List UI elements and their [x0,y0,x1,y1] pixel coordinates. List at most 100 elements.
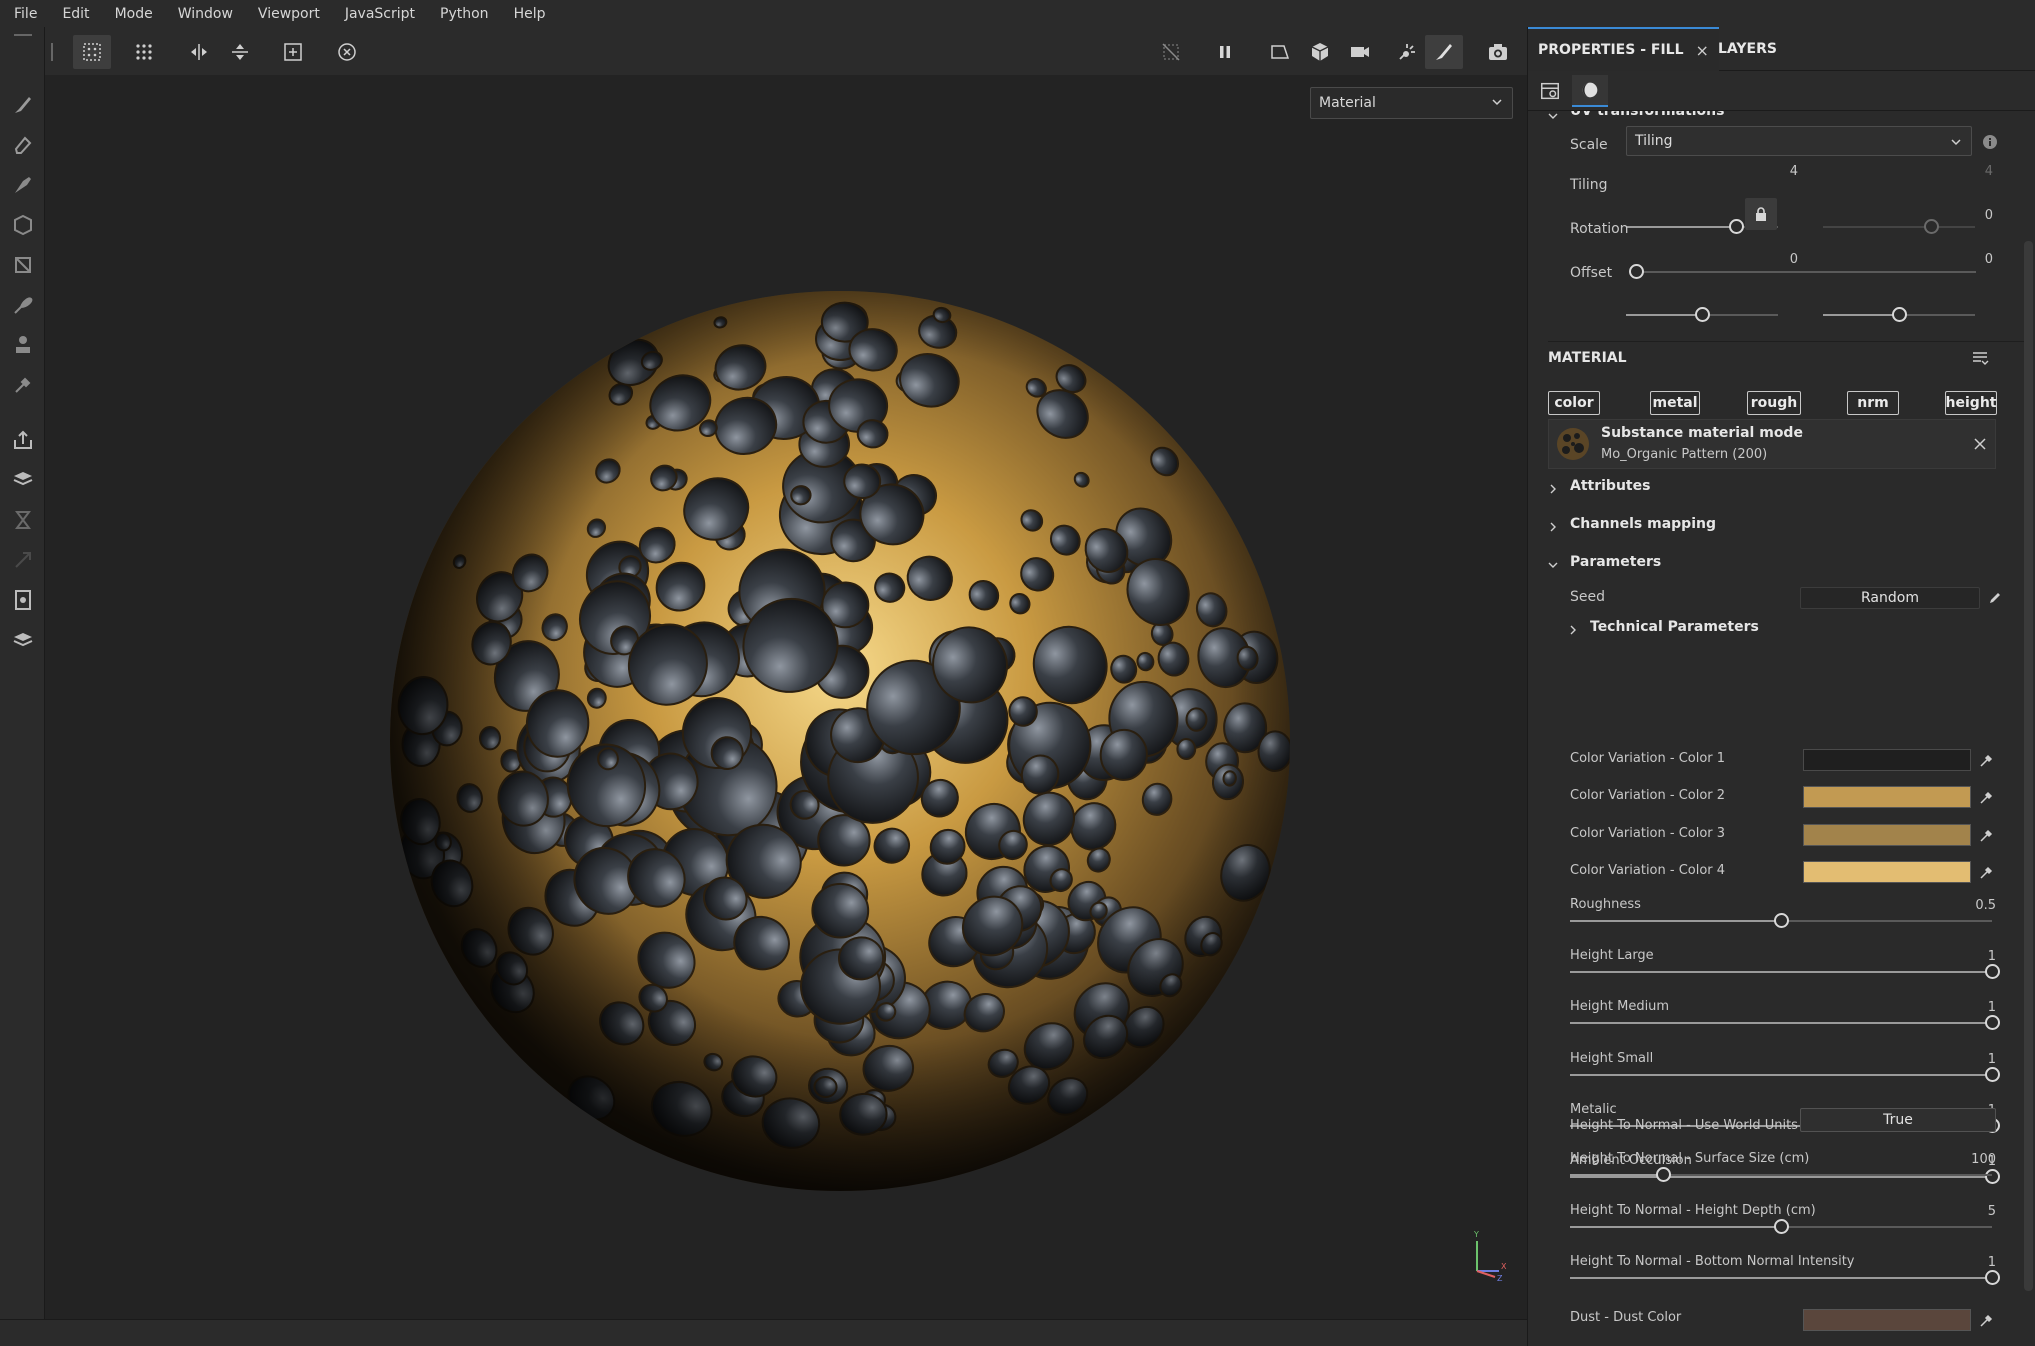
3d-viewport[interactable]: Material Y X Z [45,75,1527,1319]
attributes-section[interactable]: Attributes [1570,478,1650,494]
menu-mode[interactable]: Mode [115,6,153,22]
slider-knob[interactable] [1774,1219,1789,1234]
seed-random-button[interactable]: Random [1800,587,1980,609]
chevron-down-icon[interactable] [1548,560,1558,570]
export-icon[interactable] [8,425,38,455]
parameter-slider[interactable] [1570,964,2000,979]
settings-panel-icon[interactable] [1532,75,1568,107]
paint-brush-icon[interactable] [8,90,38,120]
slider-knob[interactable] [1985,1270,2000,1285]
list-options-icon[interactable] [1971,349,1989,367]
substance-material-card[interactable]: Substance material mode Mo_Organic Patte… [1548,419,1996,469]
eyedropper-icon[interactable] [1979,789,1995,805]
geometry-fill-icon[interactable] [8,210,38,240]
channel-height-button[interactable]: height [1945,391,1997,415]
eraser-icon[interactable] [8,130,38,160]
scale-select[interactable]: Tiling [1626,126,1972,156]
menu-python[interactable]: Python [440,6,489,22]
chevron-right-icon[interactable] [1568,625,1578,635]
parameter-slider[interactable] [1570,1167,1992,1182]
color-variation-swatch[interactable] [1803,861,1971,883]
slider-knob[interactable] [1695,307,1710,322]
reset-icon[interactable] [328,35,366,69]
eyedropper-icon[interactable] [1979,864,1995,880]
chevron-right-icon[interactable] [1548,484,1558,494]
material-sphere-icon[interactable] [1572,75,1608,107]
mesh-icon[interactable] [8,625,38,655]
screenshot-camera-icon[interactable] [1479,35,1517,69]
technical-parameters-section[interactable]: Technical Parameters [1590,619,1759,635]
eyedropper-icon[interactable] [1979,827,1995,843]
view-3d-icon[interactable] [1301,35,1339,69]
slider-knob[interactable] [1985,1015,2000,1030]
brush-mode-icon[interactable] [1425,35,1463,69]
clone-stamp-icon[interactable] [8,330,38,360]
lights-icon[interactable] [1388,35,1426,69]
eyedropper-icon[interactable] [1979,1312,1995,1328]
menu-javascript[interactable]: JavaScript [345,6,415,22]
menu-window[interactable]: Window [178,6,233,22]
tab-properties-fill[interactable]: PROPERTIES - FILL × [1528,27,1719,71]
offset-slider-1[interactable] [1626,307,1778,322]
slider-knob[interactable] [1656,1167,1671,1182]
polygon-fill-icon[interactable] [8,250,38,280]
tab-layers[interactable]: LAYERS [1708,27,1787,71]
grid-select-icon[interactable] [73,35,111,69]
viewport-mode-select[interactable]: Material [1310,87,1513,119]
parameter-slider[interactable] [1570,1015,2000,1030]
eyedropper-icon[interactable] [1979,752,1995,768]
channel-metal-button[interactable]: metal [1650,391,1700,415]
hourglass-icon[interactable] [8,505,38,535]
parameter-slider[interactable] [1570,1067,2000,1082]
properties-scroll-area[interactable]: UV transformations Scale Tiling Tiling 4… [1528,111,2035,1346]
slider-knob[interactable] [1629,264,1644,279]
close-icon[interactable] [1973,437,1987,451]
dust-color-swatch[interactable] [1803,1309,1971,1331]
rotation-slider[interactable] [1629,264,1976,279]
color-variation-swatch[interactable] [1803,786,1971,808]
document-search-icon[interactable] [8,585,38,615]
parameter-slider[interactable] [1570,1219,1992,1234]
view-2d-icon[interactable] [1261,35,1299,69]
parameter-slider[interactable] [1570,1270,2000,1285]
slider-knob[interactable] [1985,964,2000,979]
edit-pencil-icon[interactable] [1988,591,2002,605]
parameter-slider[interactable] [1570,1169,2000,1184]
color-variation-swatch[interactable] [1803,749,1971,771]
resize-icon[interactable] [8,545,38,575]
chevron-down-icon[interactable] [1548,111,1558,121]
color-variation-swatch[interactable] [1803,824,1971,846]
channel-rough-button[interactable]: rough [1747,391,1801,415]
panel-scrollbar[interactable] [2024,241,2033,1291]
slider-knob[interactable] [1985,1169,2000,1184]
mirror-y-icon[interactable] [221,35,259,69]
material-preview-sphere[interactable] [360,261,1320,1221]
menu-viewport[interactable]: Viewport [258,6,320,22]
dot-grid-icon[interactable] [125,35,163,69]
uv-transformations-header[interactable]: UV transformations [1570,111,1724,119]
menu-help[interactable]: Help [514,6,546,22]
mirror-x-icon[interactable] [180,35,218,69]
slider-knob[interactable] [1774,913,1789,928]
parameter-slider[interactable] [1570,913,1992,928]
info-icon[interactable] [1982,134,1998,150]
projection-icon[interactable] [8,170,38,200]
smudge-icon[interactable] [8,290,38,320]
bake-icon[interactable] [8,465,38,495]
channels-mapping-section[interactable]: Channels mapping [1570,516,1716,532]
parameters-section[interactable]: Parameters [1570,554,1661,570]
menu-file[interactable]: File [14,6,37,22]
menu-edit[interactable]: Edit [62,6,89,22]
channel-nrm-button[interactable]: nrm [1847,391,1899,415]
hide-uv-icon[interactable] [1152,35,1190,69]
offset-slider-2[interactable] [1823,307,1975,322]
slider-knob[interactable] [1892,307,1907,322]
camera-video-icon[interactable] [1341,35,1379,69]
color-picker-icon[interactable] [8,370,38,400]
add-frame-icon[interactable] [274,35,312,69]
slider-knob[interactable] [1985,1067,2000,1082]
close-icon[interactable]: × [1696,41,1709,60]
lock-button[interactable] [1745,198,1777,230]
chevron-right-icon[interactable] [1548,522,1558,532]
world-units-toggle[interactable]: True [1800,1108,1996,1132]
